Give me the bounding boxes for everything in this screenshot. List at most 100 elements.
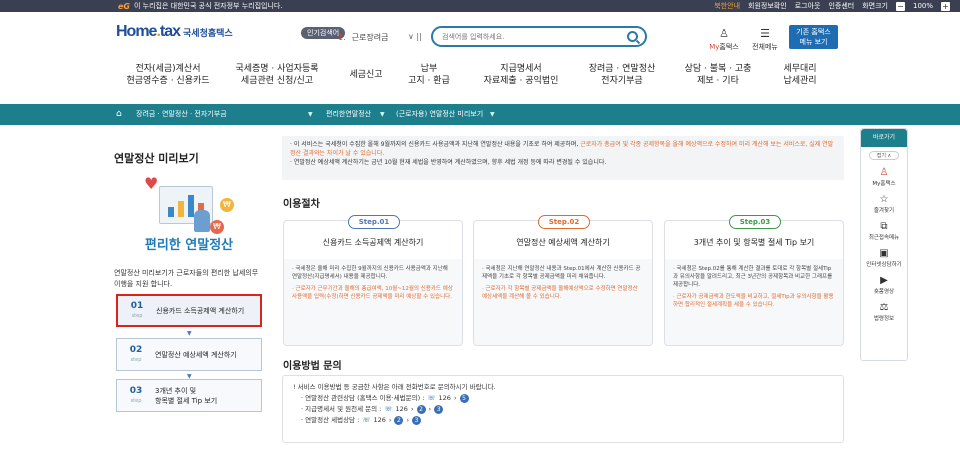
quick-online-consult[interactable]: ▣ 인터넷상담하기 [861, 248, 907, 268]
popular-controls[interactable]: ∨ || [408, 32, 422, 41]
quick-favorites[interactable]: ☆ 즐겨찾기 [861, 194, 907, 214]
arrow-icon: › [428, 405, 432, 413]
gnb-line1: 지급명세서 [500, 64, 542, 74]
popular-search-item[interactable]: 1. 근로장려금 [338, 32, 388, 43]
step-pill: Step.01 [348, 215, 400, 229]
step-trend-tips[interactable]: 03 step 3개년 추이 및 항목별 절세 Tip 보기 [116, 379, 262, 412]
step-label: 신용카드 소득공제액 계산하기 [156, 306, 245, 315]
breadcrumb-level2[interactable]: 편리한연말정산 [326, 109, 371, 119]
fold-button[interactable]: 접기 ∧ [869, 151, 899, 160]
gnb-item-certificates[interactable]: 국세증명 · 사업자등록 세금관련 신청/신고 [219, 60, 335, 104]
home-icon[interactable]: ⌂ [116, 109, 122, 119]
menu-number-badge: 3 [434, 405, 444, 414]
legacy-menu-button[interactable]: 기존 홈택스 메뉴 보기 [789, 25, 838, 49]
step-number: 03 [129, 385, 143, 396]
quick-label: 법령정보 [873, 316, 895, 322]
step-credit-card[interactable]: 01 step 신용카드 소득공제액 계산하기 [116, 294, 262, 327]
step-tag: step [130, 397, 142, 404]
gnb-line1: 세무대리 [783, 64, 817, 74]
quick-label: 최근접속메뉴 [868, 235, 900, 241]
inquiry-label: · 지급명세서 및 원천세 문의 : [301, 405, 382, 413]
menu-number-badge: 5 [459, 394, 469, 403]
heart-icon: ♥ [144, 174, 159, 193]
gnb-line1: 장려금 · 연말정산 [588, 64, 656, 74]
step-card-note: · 근로자가 각 항목별 공제금액을 올해예상액으로 수정하면 연말정산 예상세… [482, 286, 638, 300]
arrow-down-icon: ▼ [187, 330, 192, 337]
hometax-logo[interactable]: Home.tax 국세청홈택스 [116, 23, 233, 41]
phone-number: 126 [373, 416, 386, 424]
gnb-line1: 전자(세금)계산서 [135, 64, 201, 74]
inquiry-label: · 연말정산 관련상담 (홈택스 이용·세법문의) : [301, 394, 425, 402]
egov-logo: eG [118, 1, 130, 11]
breadcrumb-level3[interactable]: (근로자용) 연말정산 미리보기 [396, 109, 483, 119]
step-card-note: · 근로자가 근무기간과 올해의 총급여액, 10월~12월의 신용카드 예상 … [292, 286, 453, 300]
zoom-value: 100% [912, 2, 933, 10]
link-logout[interactable]: 로그아웃 [795, 1, 821, 11]
year-end-illustration: ♥ ₩ ₩ 편리한 연말정산 [114, 172, 264, 258]
logo-accent: tax [159, 23, 181, 40]
popular-term: 근로장려금 [351, 33, 389, 42]
step-card-title: 연말정산 예상세액 계산하기 [516, 238, 610, 247]
coin-icon: ₩ [220, 198, 234, 212]
gnb-item-payment-statement[interactable]: 지급명세서 자료제출 · 공익법인 [471, 60, 571, 104]
search-icon[interactable] [627, 31, 638, 42]
zoom-out-button[interactable]: − [895, 1, 905, 11]
legacy-menu-line1: 기존 홈택스 [796, 28, 831, 36]
gnb-item-payment[interactable]: 납부고지 · 환급 [397, 60, 461, 104]
procedure-title: 이용절차 [283, 199, 320, 210]
link-cert-center[interactable]: 인증센터 [828, 1, 854, 11]
zoom-in-button[interactable]: + [941, 1, 950, 11]
gnb-line2: 고지 · 환급 [408, 76, 450, 86]
gnb-line2: 제보 · 기타 [697, 76, 739, 86]
all-menu-button[interactable]: ☰ 전체메뉴 [748, 28, 782, 52]
step-label: 항목별 절세 Tip 보기 [155, 396, 218, 405]
breadcrumb-level1[interactable]: 장려금 · 연말정산 · 전자기부금 [136, 109, 227, 119]
star-icon: ☆ [879, 194, 889, 205]
gnb-item-tax-agent[interactable]: 세무대리 납세관리 [765, 60, 835, 104]
step-card-body: · 국세청은 지난해 연말정산 내용과 Step.01에서 계산한 신용카드 공… [474, 259, 652, 345]
phone-number: 126 [438, 394, 451, 402]
inquiry-row: · 연말정산 관련상담 (홈택스 이용·세법문의) : ☏ 126 › 5 [293, 393, 833, 404]
step-pill: Step.02 [538, 215, 590, 229]
step-expected-tax[interactable]: 02 step 연말정산 예상세액 계산하기 [116, 338, 262, 371]
coin-icon: ₩ [210, 220, 224, 234]
step-card-title: 3개년 추이 및 항목별 절세 Tip 보기 [693, 238, 815, 247]
chevron-down-icon[interactable]: ▼ [308, 111, 313, 118]
gnb-item-consult[interactable]: 상담 · 불복 · 고충 제보 · 기타 [673, 60, 763, 104]
gnb-line1: 세금신고 [349, 70, 383, 80]
gnb-line1: 납부 [420, 64, 438, 74]
search-input[interactable] [442, 31, 622, 43]
gnb-item-year-end[interactable]: 장려금 · 연말정산 전자기부금 [577, 60, 667, 104]
phone-icon: ☏ [384, 405, 393, 413]
step-card-02: Step.02 연말정산 예상세액 계산하기 · 국세청은 지난해 연말정산 내… [473, 215, 653, 346]
link-member-info[interactable]: 회원정보확인 [748, 1, 787, 11]
inquiry-label: · 연말정산 세법상담 : [301, 416, 360, 424]
myhome-button[interactable]: ♙ My홈택스 [706, 28, 742, 52]
chevron-down-icon[interactable]: ▼ [490, 111, 495, 118]
phone-icon: ☏ [362, 416, 371, 424]
recent-icon: ⧉ [880, 221, 888, 232]
gnb-line2: 현금영수증 · 신용카드 [126, 76, 210, 86]
quick-label: 숏폼영상 [873, 289, 895, 295]
quick-myhometax[interactable]: ♙ My홈택스 [861, 167, 907, 187]
step-tag: step [131, 312, 143, 319]
lang-link[interactable]: 북한안내 [714, 1, 740, 11]
gnb-item-einvoice[interactable]: 전자(세금)계산서현금영수증 · 신용카드 [123, 60, 213, 104]
gnb-item-tax-return[interactable]: 세금신고 [335, 60, 397, 104]
popular-rank: 1. [338, 33, 346, 42]
inquiry-title: 이용방법 문의 [283, 361, 342, 372]
step-card-text: · 국세청은 지난해 연말정산 내용과 Step.01에서 계산한 신용카드 공… [482, 266, 641, 280]
gov-notice-text: 이 누리집은 대한민국 공식 전자정부 누리집입니다. [134, 2, 283, 10]
quick-nav: 바로가기 접기 ∧ ♙ My홈택스 ☆ 즐겨찾기 ⧉ 최근접속메뉴 ▣ 인터넷상담하기 … [860, 128, 908, 361]
quick-shortform-video[interactable]: ▶ 숏폼영상 [861, 275, 907, 295]
menu-number-badge: 2 [394, 416, 404, 425]
phone-icon: ☏ [427, 394, 436, 402]
chevron-down-icon[interactable]: ▼ [380, 111, 385, 118]
quick-law-info[interactable]: ⚖ 법령정보 [861, 302, 907, 322]
step-pill: Step.03 [729, 215, 781, 229]
logo-main: Home [116, 23, 157, 40]
quick-recent-menu[interactable]: ⧉ 최근접속메뉴 [861, 221, 907, 241]
service-description: 연말정산 미리보기가 근로자들의 편리한 납세의무 이행을 지원 합니다. [114, 269, 259, 288]
breadcrumb: ⌂ 장려금 · 연말정산 · 전자기부금 ▼ 편리한연말정산 ▼ (근로자용) … [0, 104, 960, 125]
quick-label: 인터넷상담하기 [866, 262, 902, 268]
